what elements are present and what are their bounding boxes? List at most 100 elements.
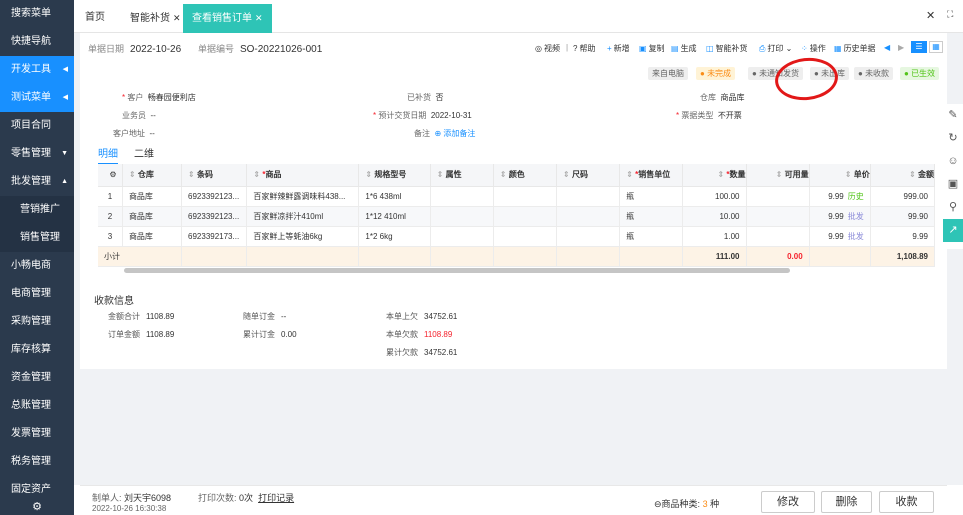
chevron-icon[interactable]: ◀ — [63, 56, 68, 84]
generate-button[interactable]: ▤ 生成 — [671, 43, 697, 54]
table-row[interactable]: 1 商品库 6923392123... 百家鲜辣鲜露调味料438... 1*6 438m… — [98, 186, 936, 207]
sidebar-item[interactable]: 电商管理 — [0, 280, 74, 308]
table-cell: 瓶 — [619, 186, 684, 207]
tab-smart-refill[interactable]: 智能补货 ✕ — [124, 6, 187, 33]
list-view-icon[interactable]: ☰ — [911, 41, 927, 53]
table-scrollbar[interactable] — [124, 268, 790, 273]
column-header[interactable]: ⇕ 仓库 — [122, 164, 183, 187]
sidebar-item[interactable]: 税务管理 — [0, 448, 74, 476]
column-header[interactable]: ⇕ 规格型号 — [358, 164, 431, 187]
smart-refill-button[interactable]: ◫ 智能补货 — [706, 43, 748, 54]
sort-icon[interactable]: ⇕ — [626, 170, 635, 179]
video-button[interactable]: ◎ 视频 — [535, 43, 560, 54]
table-row[interactable]: 3 商品库 6923392173... 百家鲜上等蚝油6kg 1*2 6kg 瓶 1.00 9… — [98, 226, 936, 247]
sidebar-item[interactable]: 快捷导航 — [0, 28, 74, 56]
customer-value[interactable]: 畅春园便利店 — [148, 93, 196, 102]
gear-icon[interactable]: ⚙ — [0, 499, 74, 515]
next-icon[interactable]: ▶ — [898, 43, 904, 52]
sidebar-item-label: 开发工具 — [11, 64, 51, 75]
sidebar-item[interactable]: 采购管理 — [0, 308, 74, 336]
history-button[interactable]: ▦ 历史单据 — [834, 43, 876, 54]
add-note-link[interactable]: ⊕ 添加备注 — [434, 129, 475, 138]
sidebar-item[interactable]: 库存核算 — [0, 336, 74, 364]
share-icon[interactable]: ↗ — [943, 219, 963, 242]
column-header[interactable]: ⇕ 可用量 — [746, 164, 810, 187]
price-source-tag[interactable]: 历史 — [848, 192, 864, 201]
new-button[interactable]: + 新增 — [607, 43, 630, 54]
column-header[interactable]: ⇕ 尺码 — [556, 164, 621, 187]
column-header[interactable]: ⇕ 单价 — [809, 164, 871, 187]
sidebar-item[interactable]: 销售管理 — [0, 224, 74, 252]
tab-2d[interactable]: 二维 — [134, 145, 154, 163]
column-header[interactable]: ⇕ 颜色 — [493, 164, 558, 187]
payment-owe-label: 本单欠款 — [386, 330, 418, 339]
fullscreen-icon[interactable]: ⛶ — [947, 9, 953, 20]
sidebar-item[interactable]: 零售管理 ▼ — [0, 140, 74, 168]
prev-icon[interactable]: ◀ — [884, 43, 890, 52]
column-header[interactable]: ⇕ *数量 — [682, 164, 747, 187]
close-icon[interactable]: ✕ — [173, 13, 181, 23]
sidebar-item[interactable]: 测试菜单 ◀ — [0, 84, 74, 112]
sidebar-item[interactable]: 批发管理 ▲ — [0, 168, 74, 196]
edit-note-icon[interactable]: ✎ — [943, 104, 963, 127]
column-header[interactable]: ⇕ 条码 — [181, 164, 248, 187]
table-cell — [556, 186, 621, 207]
calculator-icon[interactable]: ▣ — [943, 173, 963, 196]
sidebar-item[interactable]: 营销推广 — [0, 196, 74, 224]
chevron-down-icon[interactable]: ⌄ — [786, 44, 793, 53]
help-button[interactable]: ? 帮助 — [573, 43, 595, 54]
print-info: 打印次数: 0次 打印记录 — [198, 491, 294, 504]
column-header-label: 商品 — [265, 170, 282, 180]
items-table: ⚙ ⇕ 仓库 ⇕ 条码 ⇕ *商品 ⇕ 规格型号 ⇕ 属性 ⇕ 颜色 ⇕ 尺码 ⇕ *销售单位 ⇕… — [98, 164, 936, 267]
sort-icon[interactable]: ⇕ — [129, 170, 138, 179]
sidebar-item[interactable]: 资金管理 — [0, 364, 74, 392]
sort-icon[interactable]: ⇕ — [909, 170, 918, 179]
sidebar-item[interactable]: 总账管理 — [0, 392, 74, 420]
smile-icon[interactable]: ☺ — [943, 150, 963, 173]
chevron-icon[interactable]: ▲ — [61, 168, 68, 196]
close-icon[interactable]: ✕ — [255, 13, 263, 23]
sidebar-item[interactable]: 项目合同 — [0, 112, 74, 140]
sidebar-item[interactable]: 发票管理 — [0, 420, 74, 448]
sort-icon[interactable]: ⇕ — [188, 170, 197, 179]
price-source-tag[interactable]: 批发 — [848, 232, 864, 241]
payment-prev-owe-value: 34752.61 — [424, 312, 458, 321]
grid-view-icon[interactable]: ▦ — [929, 41, 943, 53]
column-header[interactable]: ⇕ *销售单位 — [619, 164, 684, 187]
table-row[interactable]: 2 商品库 6923392123... 百家鲜凉拌汁410ml 1*12 410ml 瓶 1… — [98, 206, 936, 227]
price-source-tag[interactable]: 批发 — [848, 212, 864, 221]
sort-icon[interactable]: ⇕ — [253, 170, 262, 179]
column-header[interactable]: ⇕ *商品 — [246, 164, 360, 187]
receive-button[interactable]: 收款 — [879, 491, 934, 513]
operate-button[interactable]: ⁘ 操作 — [801, 43, 826, 54]
sort-icon[interactable]: ⇕ — [776, 170, 785, 179]
cell-value: 6923392123... — [188, 211, 240, 221]
sidebar-item[interactable]: 搜索菜单 — [0, 0, 74, 28]
chevron-icon[interactable]: ▼ — [61, 140, 68, 168]
edit-button[interactable]: 修改 — [761, 491, 815, 513]
print-button[interactable]: ⎙ 打印 ⌄ — [759, 43, 792, 54]
copy-button[interactable]: ▣ 复制 — [639, 43, 665, 54]
print-record-link[interactable]: 打印记录 — [258, 493, 294, 503]
status-badge: ● 未收款 — [854, 67, 894, 80]
delete-button[interactable]: 删除 — [821, 491, 872, 513]
sidebar-item[interactable]: 开发工具 ◀ — [0, 56, 74, 84]
sort-icon[interactable]: ⇕ — [563, 170, 572, 179]
tab-detail[interactable]: 明细 — [98, 145, 118, 165]
date-label: 单据日期 — [88, 44, 125, 54]
sort-icon[interactable]: ⇕ — [845, 170, 854, 179]
cell-value: 1 — [107, 191, 113, 201]
sort-icon[interactable]: ⇕ — [437, 170, 446, 179]
column-settings-icon[interactable]: ⚙ — [98, 164, 123, 187]
refresh-icon[interactable]: ↻ — [943, 127, 963, 150]
column-header[interactable]: ⇕ 属性 — [430, 164, 494, 187]
column-header[interactable]: ⇕ 金额 — [870, 164, 936, 187]
chevron-icon[interactable]: ◀ — [63, 84, 68, 112]
tab-sales-order[interactable]: 查看销售订单 ✕ — [183, 4, 272, 33]
address-label: 客户地址 — [113, 129, 145, 138]
tab-home[interactable]: 首页 — [79, 6, 111, 33]
sort-icon[interactable]: ⇕ — [500, 170, 509, 179]
sidebar-item[interactable]: 小畅电商 — [0, 252, 74, 280]
attachment-icon[interactable]: ⚲ — [943, 196, 963, 219]
close-all-icon[interactable]: ✕ — [926, 9, 935, 22]
